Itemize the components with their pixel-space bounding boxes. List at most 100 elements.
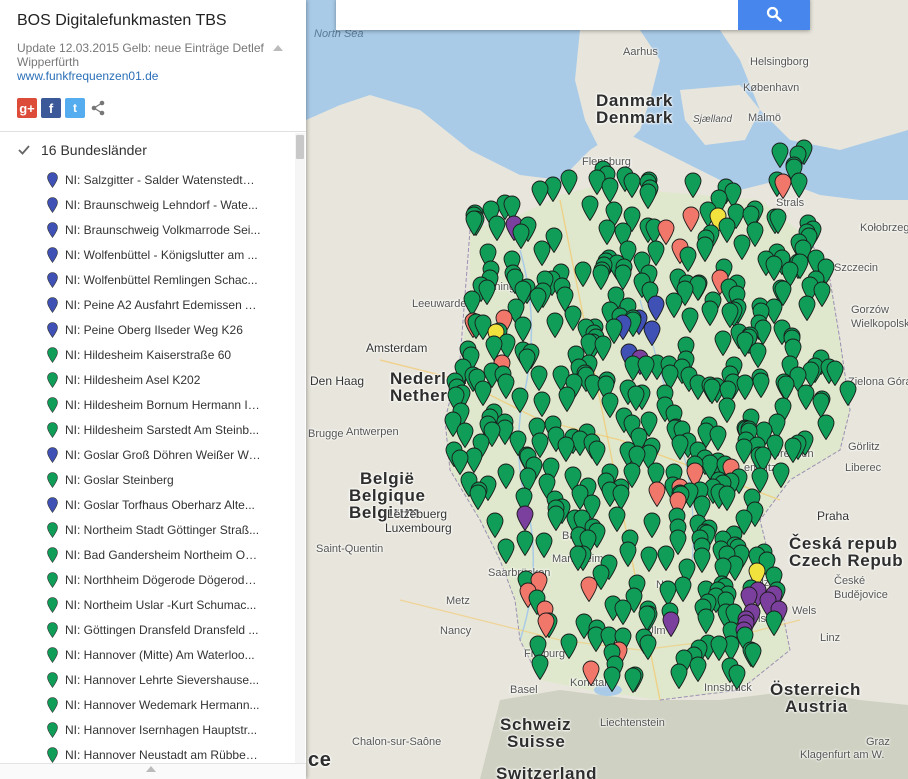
map-marker[interactable] [533, 391, 551, 418]
map-marker[interactable] [765, 255, 783, 282]
feature-item[interactable]: NI: Bad Gandersheim Northeim Ob... [0, 542, 294, 567]
google-plus-icon[interactable]: g+ [17, 98, 37, 118]
map-marker[interactable] [516, 530, 534, 556]
feature-item[interactable]: NI: Goslar Steinberg [0, 467, 294, 492]
map-marker[interactable] [643, 512, 661, 539]
feature-item[interactable]: NI: Hildesheim Bornum Hermann II... [0, 392, 294, 417]
map-marker[interactable] [469, 484, 487, 510]
facebook-icon[interactable]: f [41, 98, 61, 118]
feature-item[interactable]: NI: Hildesheim Asel K202 [0, 367, 294, 392]
map-marker[interactable] [516, 505, 534, 531]
map-marker[interactable] [648, 481, 666, 508]
map-marker[interactable] [535, 532, 553, 559]
feature-item[interactable]: NI: Hannover Isernhagen Hauptstr... [0, 717, 294, 742]
map-marker[interactable] [839, 380, 857, 406]
map-marker[interactable] [689, 656, 707, 682]
map-marker[interactable] [530, 365, 548, 391]
map-marker[interactable] [638, 605, 656, 631]
map-marker[interactable] [709, 425, 727, 452]
map-marker[interactable] [637, 355, 655, 382]
map-marker[interactable] [497, 463, 515, 490]
map-marker[interactable] [639, 183, 657, 210]
map-marker[interactable] [784, 437, 802, 463]
map-marker[interactable] [718, 485, 736, 511]
scrollbar-thumb[interactable] [296, 135, 304, 159]
map-marker[interactable] [639, 634, 657, 660]
map-marker[interactable] [581, 195, 599, 222]
twitter-icon[interactable]: t [65, 98, 85, 118]
map-marker[interactable] [560, 169, 578, 195]
map-marker[interactable] [681, 307, 699, 334]
map-marker[interactable] [531, 180, 549, 206]
map-marker[interactable] [558, 386, 576, 412]
map-marker[interactable] [657, 545, 675, 571]
map-marker[interactable] [640, 546, 658, 573]
map-marker[interactable] [619, 541, 637, 567]
map-marker[interactable] [486, 512, 504, 538]
map-marker[interactable] [624, 667, 642, 693]
feature-item[interactable]: NI: Hildesheim Sarstedt Am Steinb... [0, 417, 294, 442]
feature-item[interactable]: NI: Peine A2 Ausfahrt Edemissen A... [0, 292, 294, 317]
map-marker[interactable] [696, 236, 714, 262]
feature-item[interactable]: NI: Peine Oberg Ilseder Weg K26 [0, 317, 294, 342]
feature-item[interactable]: NI: Braunschweig Lehndorf - Wate... [0, 192, 294, 217]
map-marker[interactable] [798, 295, 816, 321]
expand-up-icon[interactable] [146, 765, 156, 773]
collapse-icon[interactable] [273, 44, 283, 52]
map-marker[interactable] [588, 440, 606, 466]
feature-item[interactable]: NI: Goslar Torfhaus Oberharz Alte... [0, 492, 294, 517]
map-marker[interactable] [790, 172, 808, 198]
map-marker[interactable] [601, 177, 619, 204]
map-marker[interactable] [752, 372, 770, 399]
map-marker[interactable] [697, 608, 715, 634]
map-marker[interactable] [603, 666, 621, 693]
map-marker[interactable] [714, 330, 732, 357]
feature-item[interactable]: NI: Salzgitter - Salder Watenstedter... [0, 167, 294, 192]
feature-item[interactable]: NI: Hildesheim Kaiserstraße 60 [0, 342, 294, 367]
map-marker[interactable] [511, 387, 529, 414]
map-marker[interactable] [774, 173, 792, 199]
search-input[interactable] [336, 0, 738, 30]
map-marker[interactable] [772, 462, 790, 488]
feature-item[interactable]: NI: Northheim Dögerode Dögerode... [0, 567, 294, 592]
feature-item[interactable]: NI: Northeim Uslar -Kurt Schumac... [0, 592, 294, 617]
layer-checkbox[interactable] [17, 143, 31, 157]
map-marker[interactable] [569, 545, 587, 572]
map-marker[interactable] [531, 654, 549, 680]
map-marker[interactable] [529, 287, 547, 314]
feature-item[interactable]: NI: Northeim Stadt Göttinger Straß... [0, 517, 294, 542]
search-button[interactable] [738, 0, 810, 30]
map-marker[interactable] [497, 538, 515, 565]
map-marker[interactable] [574, 261, 592, 288]
layer-header[interactable]: 16 Bundesländer [17, 139, 147, 161]
feature-item[interactable]: NI: Wolfenbüttel Remlingen Schac... [0, 267, 294, 292]
map-marker[interactable] [614, 599, 632, 625]
map-marker[interactable] [582, 660, 600, 687]
map-marker[interactable] [488, 215, 506, 241]
map-marker[interactable] [512, 223, 530, 250]
feature-item[interactable]: NI: Braunschweig Volkmarrode Sei... [0, 217, 294, 242]
map-marker[interactable] [647, 295, 665, 321]
map-marker[interactable] [728, 664, 746, 691]
map-marker[interactable] [465, 210, 483, 237]
map-marker[interactable] [769, 208, 787, 235]
map-marker[interactable] [736, 374, 754, 400]
feature-item[interactable]: NI: Göttingen Dransfeld Dransfeld ... [0, 617, 294, 642]
scrollbar-track[interactable] [295, 133, 305, 763]
map-marker[interactable] [744, 642, 762, 668]
feature-item[interactable]: NI: Hannover Lehrte Sievershause... [0, 667, 294, 692]
map-marker[interactable] [817, 414, 835, 441]
map-marker[interactable] [546, 312, 564, 338]
feature-item[interactable]: NI: Wolfenbüttel - Königslutter am ... [0, 242, 294, 267]
feature-item[interactable]: NI: Hannover (Mitte) Am Waterloo... [0, 642, 294, 667]
map-marker[interactable] [670, 663, 688, 690]
map-marker[interactable] [733, 234, 751, 261]
map-marker[interactable] [662, 611, 680, 638]
website-link[interactable]: www.funkfrequenzen01.de [17, 69, 158, 83]
map-marker[interactable] [718, 397, 736, 424]
map-marker[interactable] [701, 300, 719, 326]
map-marker[interactable] [765, 610, 783, 637]
map-marker[interactable] [547, 505, 565, 532]
map-marker[interactable] [749, 342, 767, 369]
feature-item[interactable]: NI: Hannover Wedemark Hermann... [0, 692, 294, 717]
